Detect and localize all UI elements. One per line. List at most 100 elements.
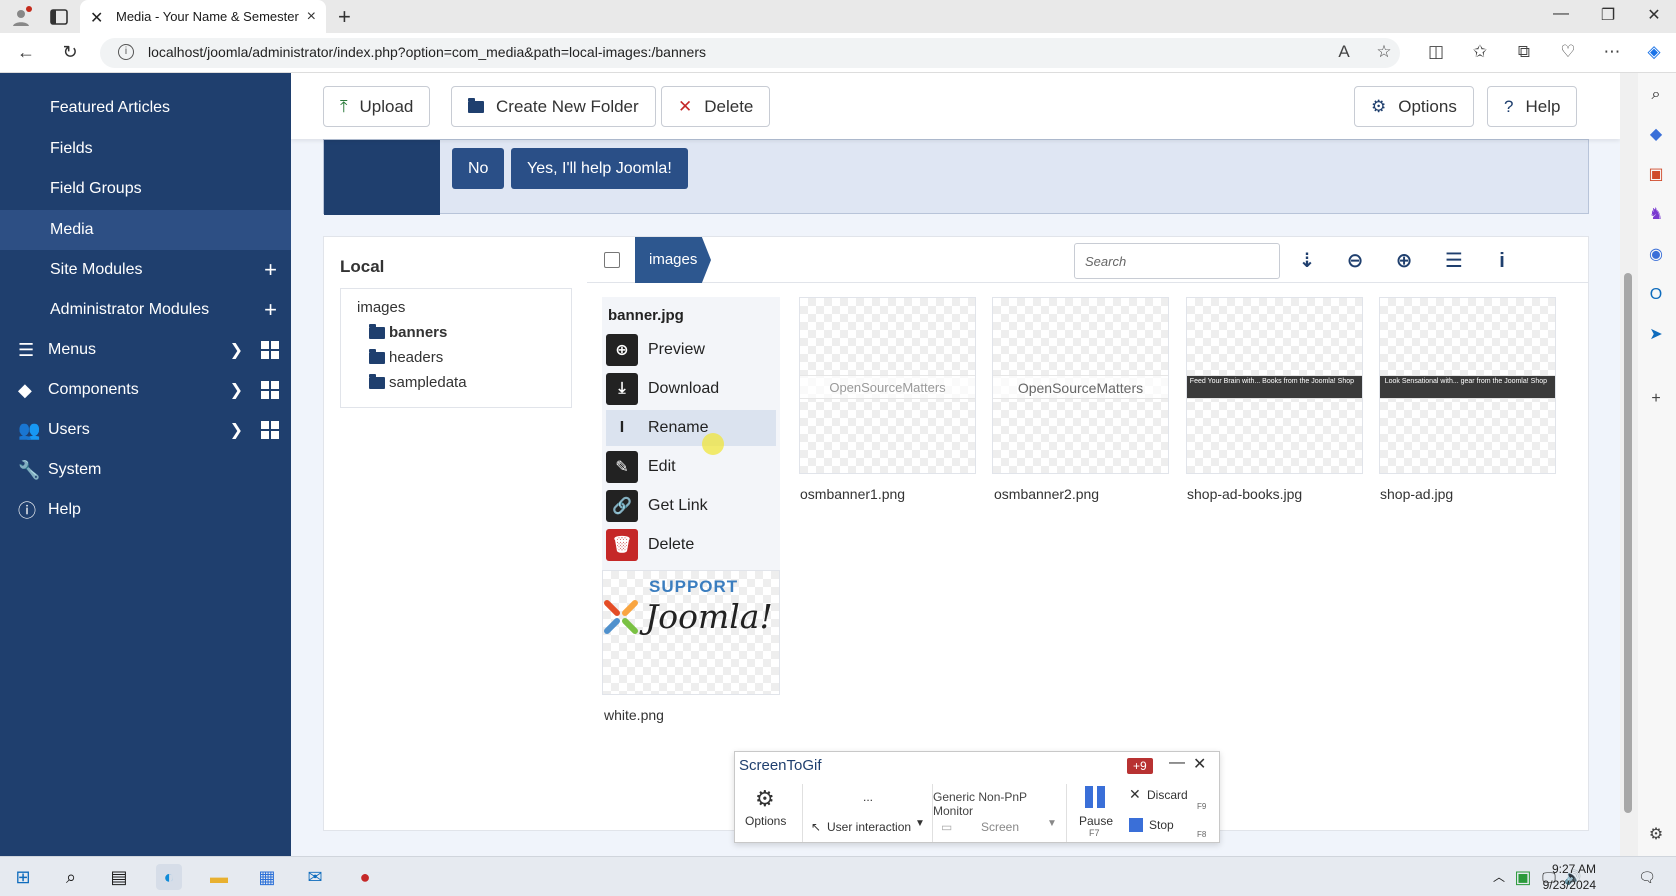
create-new-folder-button[interactable]: Create New Folder <box>451 86 656 127</box>
stop-square-icon[interactable] <box>1129 818 1143 832</box>
store-icon[interactable]: ▦ <box>254 864 280 890</box>
chevron-down-icon[interactable]: ▼ <box>1047 818 1057 829</box>
search-icon[interactable]: ⌕ <box>1643 82 1669 108</box>
browser-tab-active[interactable]: ✕ Media - Your Name & Semester y × <box>80 0 326 33</box>
notifications-icon[interactable]: 🗨 <box>1634 864 1660 890</box>
chess-icon[interactable]: ♞ <box>1643 202 1669 228</box>
site-info-icon[interactable]: i <box>118 44 134 60</box>
info-icon[interactable]: i <box>1488 247 1516 275</box>
notification-badge[interactable]: +9 <box>1127 758 1153 774</box>
osmbanner1-thumbnail[interactable]: OpenSourceMatters <box>799 297 976 474</box>
tray-app-icon[interactable]: ▣ <box>1510 864 1536 890</box>
sidebar-item-media[interactable]: Media <box>0 210 291 250</box>
toolbox-icon[interactable]: ▣ <box>1643 162 1669 188</box>
split-screen-icon[interactable]: ◫ <box>1424 42 1448 62</box>
task-view-icon[interactable]: ▤ <box>106 864 132 890</box>
show-hidden-icons-chevron-up-icon[interactable]: ︿ <box>1486 864 1512 890</box>
pause-button[interactable]: Pause F7 <box>1067 784 1125 842</box>
upload-button[interactable]: ⤒ Upload <box>323 86 431 127</box>
favorite-star-icon[interactable]: ☆ <box>1372 42 1396 62</box>
shop-ad-thumbnail[interactable]: Look Sensational with... gear from the J… <box>1379 297 1556 474</box>
close-window-icon[interactable]: ✕ <box>1639 5 1669 25</box>
stop-button[interactable]: Stop <box>1149 818 1174 832</box>
download-action[interactable]: ⤓ Download <box>606 371 776 407</box>
dashboard-grid-icon[interactable] <box>261 341 279 359</box>
zoom-out-icon[interactable]: ⊖ <box>1341 247 1369 275</box>
more-menu-icon[interactable]: ⋯ <box>1600 42 1624 62</box>
select-all-checkbox[interactable] <box>604 252 620 268</box>
add-admin-module-icon[interactable]: + <box>264 297 277 323</box>
delete-button[interactable]: ✕ Delete <box>661 86 771 127</box>
browser-essentials-icon[interactable]: ♡ <box>1556 42 1580 62</box>
tree-folder-headers[interactable]: headers <box>369 348 443 366</box>
chevron-down-icon[interactable]: ▼ <box>915 818 925 829</box>
delete-action[interactable]: 🗑 Delete <box>606 527 776 563</box>
tree-folder-banners[interactable]: banners <box>369 323 447 341</box>
read-aloud-icon[interactable]: A <box>1332 42 1356 62</box>
zoom-in-icon[interactable]: ⊕ <box>1390 247 1418 275</box>
rename-action[interactable]: I Rename <box>606 410 776 446</box>
sidebar-item-system[interactable]: 🔧 System <box>0 450 291 490</box>
white-png-thumbnail[interactable]: SUPPORT Joomla! <box>602 570 780 695</box>
tab-close-icon[interactable]: × <box>307 8 316 26</box>
monitor-selector[interactable]: Generic Non-PnP Monitor ▭ Screen ▼ <box>933 784 1067 842</box>
edit-action[interactable]: ✎ Edit <box>606 449 776 485</box>
favorites-icon[interactable]: ✩ <box>1468 42 1492 62</box>
tag-icon[interactable]: ◆ <box>1643 122 1669 148</box>
taskbar-search-icon[interactable]: ⌕ <box>58 864 84 890</box>
m365-icon[interactable]: ◉ <box>1643 242 1669 268</box>
minimize-icon[interactable]: — <box>1169 754 1185 772</box>
osmbanner2-thumbnail[interactable]: OpenSourceMatters <box>992 297 1169 474</box>
screentogif-taskbar-icon[interactable]: ● <box>352 864 378 890</box>
url-field[interactable]: i localhost/joomla/administrator/index.p… <box>100 38 1400 68</box>
outlook-icon[interactable]: O <box>1643 282 1669 308</box>
breadcrumb-images[interactable]: images <box>635 237 711 283</box>
list-view-icon[interactable]: ☰ <box>1440 247 1468 275</box>
stats-no-button[interactable]: No <box>452 148 505 189</box>
tree-folder-sampledata[interactable]: sampledata <box>369 373 467 391</box>
minimize-window-icon[interactable]: — <box>1546 5 1576 23</box>
help-button[interactable]: ? Help <box>1487 86 1578 127</box>
close-icon[interactable]: ✕ <box>1193 754 1206 774</box>
stats-yes-button[interactable]: Yes, I'll help Joomla! <box>511 148 688 189</box>
add-sidebar-icon[interactable]: + <box>1643 386 1669 412</box>
sidebar-item-fields[interactable]: Fields <box>0 129 291 169</box>
profile-icon[interactable] <box>10 6 32 28</box>
stg-options-button[interactable]: ⚙ Options <box>735 784 803 842</box>
banner-jpg-item[interactable]: banner.jpg ⊕ Preview ⤓ Download I Rename <box>602 297 780 723</box>
discard-x-icon[interactable]: ✕ <box>1129 786 1141 803</box>
shop-ad-books-thumbnail[interactable]: Feed Your Brain with... Books from the J… <box>1186 297 1363 474</box>
dashboard-grid-icon[interactable] <box>261 421 279 439</box>
taskbar-clock[interactable]: 9:27 AM 9/23/2024 <box>1543 861 1596 893</box>
sidebar-item-site-modules[interactable]: Site Modules + <box>0 250 291 290</box>
options-button[interactable]: ⚙ Options <box>1354 86 1474 127</box>
tab-actions-icon[interactable] <box>48 6 70 28</box>
sidebar-item-components[interactable]: ◆ Components ❯ <box>0 370 291 410</box>
sort-icon[interactable]: ⇣ <box>1293 247 1321 275</box>
chevron-right-icon[interactable]: ❯ <box>230 340 243 360</box>
search-input[interactable]: Search <box>1074 243 1280 279</box>
discard-button[interactable]: Discard <box>1147 788 1188 802</box>
edge-browser-icon[interactable]: ◐ <box>156 864 182 890</box>
send-icon[interactable]: ➤ <box>1643 322 1669 348</box>
page-scrollbar[interactable] <box>1620 73 1638 856</box>
copilot-icon[interactable]: ◈ <box>1642 42 1666 62</box>
tree-root-images[interactable]: images <box>357 299 405 316</box>
back-icon[interactable]: ← <box>14 42 38 63</box>
chevron-right-icon[interactable]: ❯ <box>230 380 243 400</box>
dashboard-grid-icon[interactable] <box>261 381 279 399</box>
sidebar-item-users[interactable]: 👥 Users ❯ <box>0 410 291 450</box>
add-site-module-icon[interactable]: + <box>264 257 277 283</box>
sidebar-item-featured-articles[interactable]: Featured Articles <box>0 88 291 128</box>
maximize-window-icon[interactable]: ❐ <box>1593 5 1623 25</box>
sidebar-item-field-groups[interactable]: Field Groups <box>0 169 291 209</box>
sidebar-item-administrator-modules[interactable]: Administrator Modules + <box>0 290 291 330</box>
sidebar-item-menus[interactable]: ☰ Menus ❯ <box>0 330 291 370</box>
chevron-right-icon[interactable]: ❯ <box>230 420 243 440</box>
mail-icon[interactable]: ✉ <box>302 864 328 890</box>
settings-gear-icon[interactable]: ⚙ <box>1643 822 1669 848</box>
sidebar-item-categories-partial[interactable] <box>0 67 291 87</box>
collections-icon[interactable]: ⧉ <box>1512 42 1536 62</box>
windows-start-icon[interactable]: ⊞ <box>10 864 36 890</box>
preview-action[interactable]: ⊕ Preview <box>606 332 776 368</box>
